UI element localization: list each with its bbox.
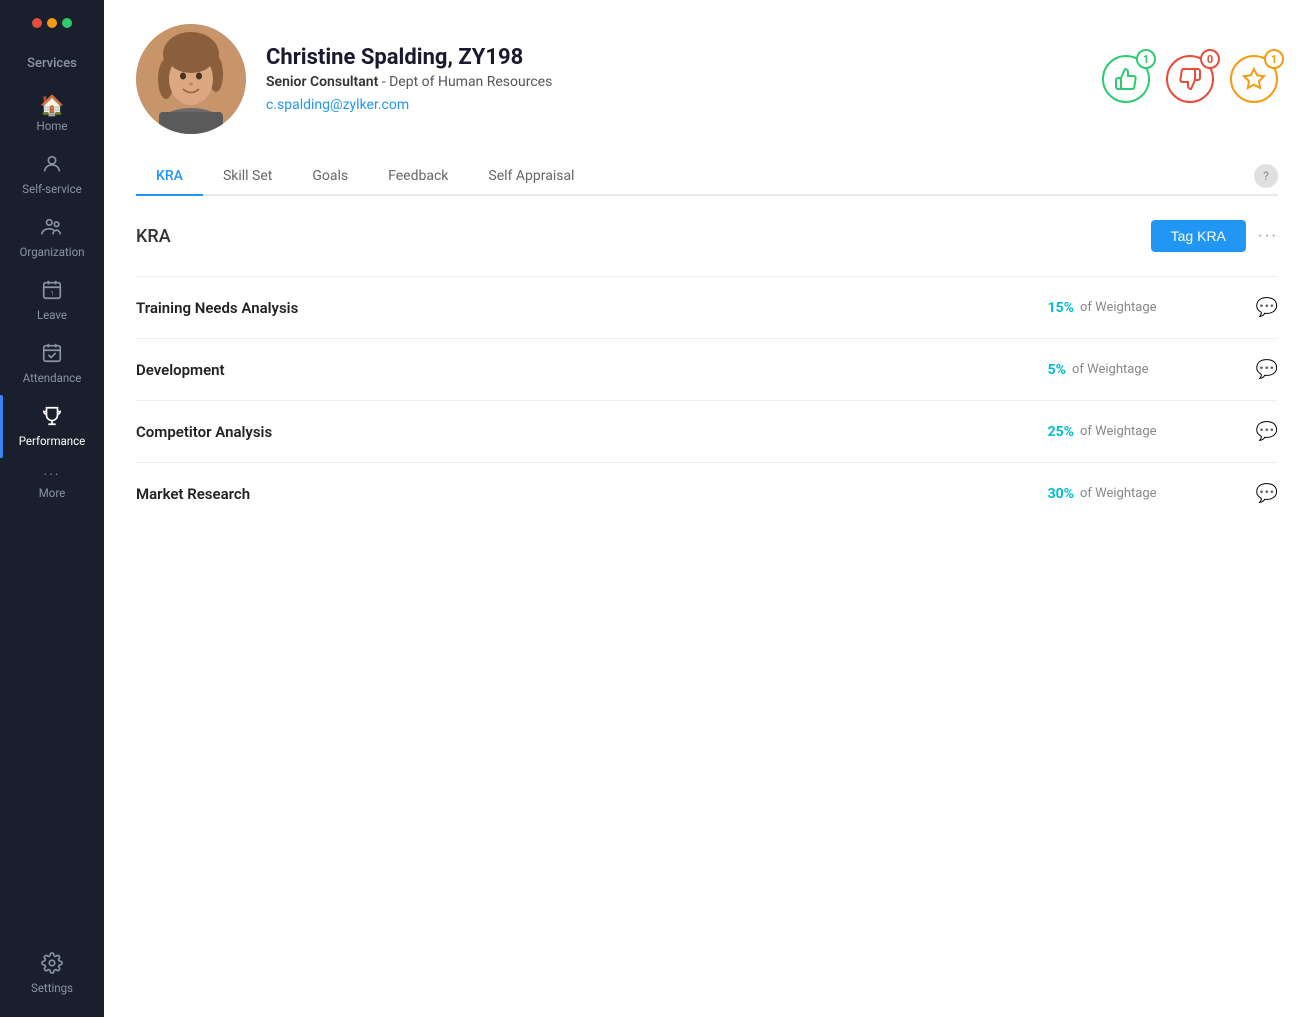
trophy-icon	[41, 405, 63, 430]
kra-comment-icon-3[interactable]: 💬	[1256, 483, 1278, 504]
logo-dot-green	[62, 18, 72, 28]
more-icon: ···	[44, 468, 61, 482]
sidebar-label-more: More	[39, 486, 66, 500]
sidebar: Services 🏠 Home Self-service Organizatio…	[0, 0, 104, 1017]
kra-item-weightage-3: 30% of Weightage	[1048, 486, 1248, 502]
kra-item-name-1: Development	[136, 361, 1048, 379]
sidebar-label-performance: Performance	[19, 434, 86, 448]
profile-name: Christine Spalding, ZY198	[266, 45, 1102, 70]
sidebar-item-self-service[interactable]: Self-service	[0, 143, 104, 206]
kra-item-weightage-1: 5% of Weightage	[1048, 362, 1248, 378]
services-label: Services	[27, 48, 77, 85]
content-area: Christine Spalding, ZY198 Senior Consult…	[104, 0, 1310, 1017]
kra-weightage-label-0: of Weightage	[1080, 300, 1157, 315]
tab-goals[interactable]: Goals	[292, 158, 368, 196]
sidebar-item-leave[interactable]: 1 Leave	[0, 269, 104, 332]
sidebar-label-leave: Leave	[37, 308, 67, 322]
profile-info: Christine Spalding, ZY198 Senior Consult…	[266, 45, 1102, 113]
profile-title-suffix: - Dept of Human Resources	[382, 74, 553, 90]
help-button[interactable]: ?	[1254, 164, 1278, 188]
sidebar-item-performance[interactable]: Performance	[0, 395, 104, 458]
active-indicator	[0, 395, 3, 458]
sidebar-label-attendance: Attendance	[23, 371, 82, 385]
kra-comment-icon-2[interactable]: 💬	[1256, 421, 1278, 442]
profile-badges: 1 0	[1102, 55, 1278, 103]
badge-count-star: 1	[1264, 49, 1284, 69]
kra-weightage-label-2: of Weightage	[1080, 424, 1157, 439]
badge-thumbs-down: 0	[1166, 55, 1214, 103]
kra-percent-0: 15%	[1048, 300, 1074, 316]
tab-feedback[interactable]: Feedback	[368, 158, 468, 196]
badge-thumbs-up: 1	[1102, 55, 1150, 103]
badge-star: 1	[1230, 55, 1278, 103]
app-logo	[32, 12, 72, 34]
sidebar-label-settings: Settings	[31, 981, 73, 995]
kra-item-weightage-2: 25% of Weightage	[1048, 424, 1248, 440]
profile-header: Christine Spalding, ZY198 Senior Consult…	[136, 24, 1278, 134]
sidebar-label-organization: Organization	[20, 245, 85, 259]
organization-icon	[41, 216, 63, 241]
kra-item-3: Market Research 30% of Weightage 💬	[136, 462, 1278, 524]
kra-item-weightage-0: 15% of Weightage	[1048, 300, 1248, 316]
profile-email[interactable]: c.spalding@zylker.com	[266, 97, 409, 113]
sidebar-item-more[interactable]: ··· More	[0, 458, 104, 510]
kra-weightage-label-1: of Weightage	[1072, 362, 1149, 377]
logo-dot-red	[32, 18, 42, 28]
logo-dot-yellow	[47, 18, 57, 28]
kra-section-header: KRA Tag KRA ···	[136, 220, 1278, 252]
sidebar-item-home[interactable]: 🏠 Home	[0, 85, 104, 143]
avatar	[136, 24, 246, 134]
kra-percent-1: 5%	[1048, 362, 1066, 378]
kra-comment-icon-0[interactable]: 💬	[1256, 297, 1278, 318]
sidebar-item-attendance[interactable]: Attendance	[0, 332, 104, 395]
kra-title: KRA	[136, 226, 171, 247]
settings-icon	[41, 952, 63, 977]
tab-kra[interactable]: KRA	[136, 158, 203, 196]
kra-weightage-label-3: of Weightage	[1080, 486, 1157, 501]
person-icon	[41, 153, 63, 178]
home-icon: 🏠	[40, 95, 65, 115]
sidebar-label-home: Home	[37, 119, 68, 133]
tag-kra-button[interactable]: Tag KRA	[1151, 220, 1246, 252]
kra-item-name-2: Competitor Analysis	[136, 423, 1048, 441]
kra-item-1: Development 5% of Weightage 💬	[136, 338, 1278, 400]
kra-more-button[interactable]: ···	[1258, 226, 1278, 247]
tab-self-appraisal[interactable]: Self Appraisal	[468, 158, 594, 196]
kra-actions: Tag KRA ···	[1151, 220, 1278, 252]
tabs: KRA Skill Set Goals Feedback Self Apprai…	[136, 158, 1278, 196]
badge-count-thumbs-down: 0	[1200, 49, 1220, 69]
main-content: Christine Spalding, ZY198 Senior Consult…	[104, 0, 1310, 1017]
badge-count-thumbs-up: 1	[1136, 49, 1156, 69]
sidebar-item-settings[interactable]: Settings	[0, 942, 104, 1005]
kra-item-2: Competitor Analysis 25% of Weightage 💬	[136, 400, 1278, 462]
sidebar-item-organization[interactable]: Organization	[0, 206, 104, 269]
kra-item-name-0: Training Needs Analysis	[136, 299, 1048, 317]
kra-percent-3: 30%	[1048, 486, 1074, 502]
profile-title-bold: Senior Consultant	[266, 74, 378, 90]
leave-icon: 1	[41, 279, 63, 304]
avatar-image	[136, 24, 246, 134]
kra-list: Training Needs Analysis 15% of Weightage…	[136, 276, 1278, 524]
svg-text:1: 1	[50, 290, 54, 298]
profile-title: Senior Consultant - Dept of Human Resour…	[266, 74, 1102, 90]
kra-comment-icon-1[interactable]: 💬	[1256, 359, 1278, 380]
kra-percent-2: 25%	[1048, 424, 1074, 440]
sidebar-label-self-service: Self-service	[22, 182, 81, 196]
kra-item-name-3: Market Research	[136, 485, 1048, 503]
kra-item-0: Training Needs Analysis 15% of Weightage…	[136, 276, 1278, 338]
tab-skill-set[interactable]: Skill Set	[203, 158, 292, 196]
attendance-icon	[41, 342, 63, 367]
